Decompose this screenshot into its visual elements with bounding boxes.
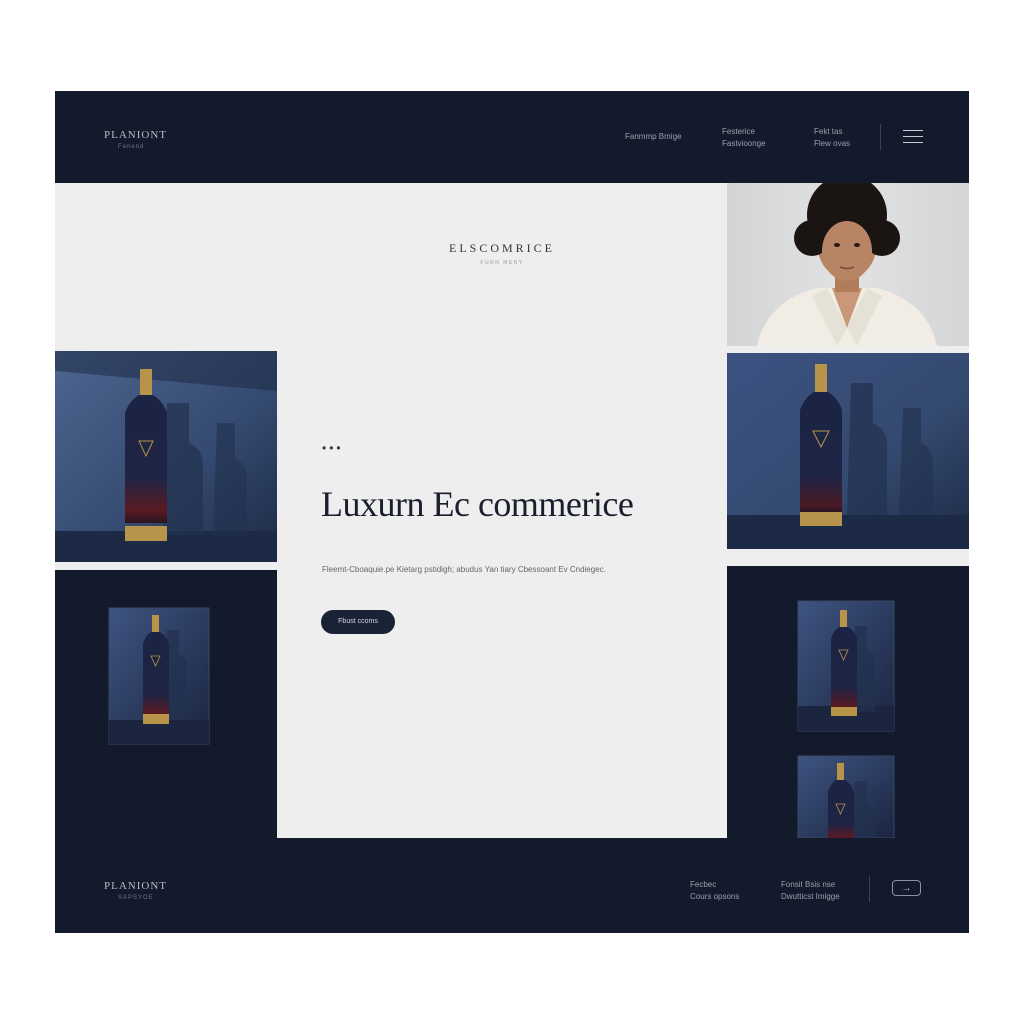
nav-item-2-line2: Fastvioonge: [722, 139, 766, 148]
hero-logo-tagline: FURN MERY: [480, 260, 524, 266]
hero-section: ELSCOMRICE FURN MERY ••• Luxurn Ec comme…: [277, 183, 727, 838]
footer-divider: [869, 876, 870, 902]
nav-item-3[interactable]: Fekt tas Flew ovas: [814, 126, 850, 150]
nav-item-2[interactable]: Festerice Fastvioonge: [722, 126, 766, 150]
product-image-right-2[interactable]: [727, 566, 969, 838]
product-image-left-2[interactable]: [55, 570, 277, 838]
product-image-right-1[interactable]: [727, 353, 969, 549]
nav-item-2-line1: Festerice: [722, 127, 755, 136]
nav-item-3-line1: Fekt tas: [814, 127, 843, 136]
nav-item-1-label: Fanmmp Bmige: [625, 132, 682, 141]
footer-brand-tagline: SAPSYOE: [118, 895, 154, 901]
product-image-left-1[interactable]: [55, 351, 277, 562]
footer-link-1-line2: Cours opsons: [690, 892, 740, 901]
nav-item-1[interactable]: Fanmmp Bmige: [625, 131, 681, 143]
framed-bottle-image: [108, 607, 210, 745]
footer-link-1-line1: Fecbec: [690, 880, 717, 889]
wine-bottle-image: [55, 351, 277, 562]
hero-description: Fleemt-Cboaquie.pe Kietarg pstidigh; abu…: [322, 565, 606, 574]
footer-link-2[interactable]: Fonsit Bsis nse Dwutticst Imigge: [781, 879, 840, 903]
hero-cta-button[interactable]: Fbust ccoms: [321, 610, 395, 634]
site-footer: PLANIONT SAPSYOE Fecbec Cours opsons Fon…: [55, 838, 969, 933]
hero-logo: ELSCOMRICE: [448, 241, 555, 255]
nav-item-3-line2: Flew ovas: [814, 139, 851, 148]
wine-bottle-image-right: [727, 353, 969, 549]
hero-title: Luxurn Ec commerice: [321, 484, 634, 524]
arrow-right-icon[interactable]: →: [892, 880, 921, 896]
brand-tagline: Fanend: [118, 144, 145, 150]
footer-link-1[interactable]: Fecbec Cours opsons: [690, 879, 739, 903]
header-divider: [880, 124, 881, 150]
person-figure: [757, 183, 937, 346]
site-header: PLANIONT Fanend Fanmmp Bmige Festerice F…: [55, 91, 969, 183]
footer-brand-logo[interactable]: PLANIONT: [104, 880, 167, 892]
dots-indicator: •••: [322, 441, 344, 455]
footer-link-2-line1: Fonsit Bsis nse: [781, 880, 836, 889]
page: PLANIONT Fanend Fanmmp Bmige Festerice F…: [55, 91, 969, 933]
footer-link-2-line2: Dwutticst Imigge: [781, 892, 840, 901]
model-portrait-image[interactable]: [727, 183, 969, 346]
hamburger-menu-icon[interactable]: [903, 130, 923, 144]
framed-bottles-image: [797, 600, 895, 838]
brand-logo[interactable]: PLANIONT: [104, 129, 167, 141]
